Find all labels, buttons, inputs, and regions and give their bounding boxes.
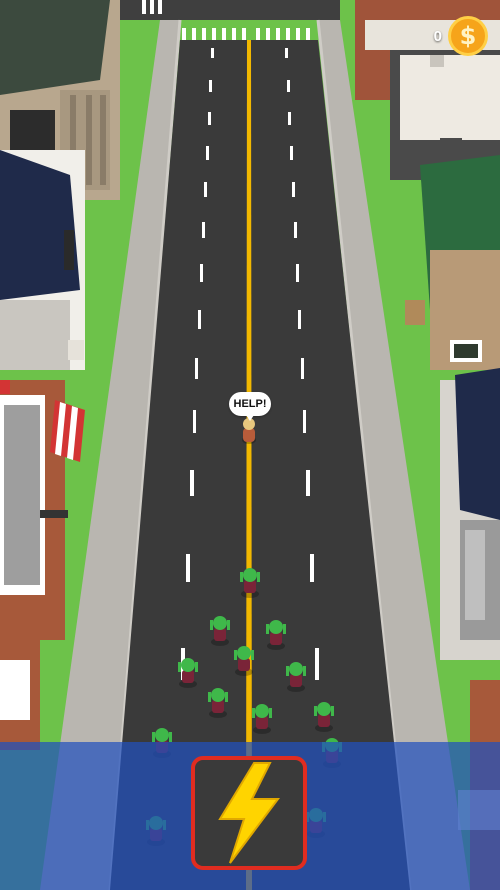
building-left-bottom (0, 640, 40, 750)
dollar-coin-icon: $ (448, 16, 488, 56)
coin-counter: 0 $ (434, 16, 488, 56)
building-right-navy (440, 368, 500, 660)
coin-count: 0 (433, 27, 442, 45)
lightning-power-button[interactable] (191, 756, 307, 870)
lightning-bolt-icon (218, 762, 280, 864)
survivor (242, 418, 256, 444)
building-left-navy (0, 150, 85, 370)
dollar-symbol: $ (459, 22, 477, 50)
help-speech-bubble: HELP! (229, 392, 271, 421)
